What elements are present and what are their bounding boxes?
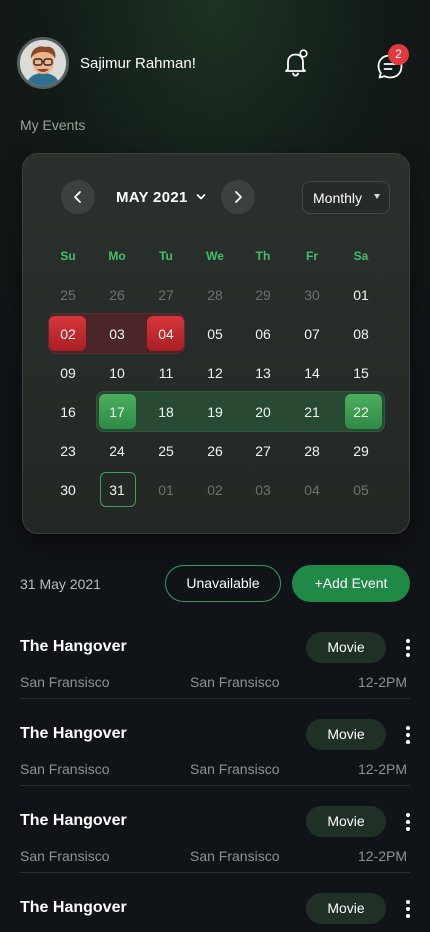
calendar-day[interactable]: 31 xyxy=(97,472,137,508)
event-to-location: San Fransisco xyxy=(190,848,280,864)
event-tag[interactable]: Movie xyxy=(306,632,386,663)
event-title[interactable]: The Hangover xyxy=(20,812,127,830)
view-mode-select[interactable]: Monthly xyxy=(302,181,390,214)
weekday-label: Mo xyxy=(108,249,126,263)
calendar-day[interactable]: 03 xyxy=(97,316,137,352)
chevron-left-icon xyxy=(74,191,81,203)
calendar-day[interactable]: 15 xyxy=(341,355,381,391)
calendar-day[interactable]: 01 xyxy=(146,472,186,508)
event-to-location: San Fransisco xyxy=(190,674,280,690)
selected-date: 31 May 2021 xyxy=(20,576,101,592)
calendar-day[interactable]: 28 xyxy=(195,277,235,313)
calendar-day[interactable]: 22 xyxy=(341,394,381,430)
calendar-day[interactable]: 29 xyxy=(341,433,381,469)
calendar-day[interactable]: 08 xyxy=(341,316,381,352)
event-time: 12-2PM xyxy=(358,848,408,864)
more-options-icon[interactable] xyxy=(404,725,412,745)
calendar-day[interactable]: 17 xyxy=(97,394,137,430)
weekday-label: Th xyxy=(255,249,271,263)
calendar-day[interactable]: 25 xyxy=(48,277,88,313)
notification-bell-icon[interactable] xyxy=(280,47,312,79)
month-label: MAY 2021 xyxy=(116,189,188,206)
calendar-day[interactable]: 11 xyxy=(146,355,186,391)
dropdown-arrow-icon xyxy=(374,194,380,199)
divider xyxy=(20,698,410,699)
divider xyxy=(20,785,410,786)
calendar-day[interactable]: 27 xyxy=(146,277,186,313)
unavailable-button[interactable]: Unavailable xyxy=(165,565,281,602)
event-tag[interactable]: Movie xyxy=(306,806,386,837)
event-time: 12-2PM xyxy=(358,761,408,777)
calendar-day[interactable]: 12 xyxy=(195,355,235,391)
calendar-day[interactable]: 26 xyxy=(97,277,137,313)
add-event-button[interactable]: +Add Event xyxy=(292,565,410,602)
event-time: 12-2PM xyxy=(358,674,408,690)
calendar-day[interactable]: 14 xyxy=(292,355,332,391)
calendar-day[interactable]: 06 xyxy=(243,316,283,352)
calendar-day[interactable]: 30 xyxy=(292,277,332,313)
view-mode-label: Monthly xyxy=(313,189,363,206)
weekday-label: Fr xyxy=(306,249,318,263)
avatar[interactable] xyxy=(17,37,69,89)
divider xyxy=(20,872,410,873)
username: Sajimur Rahman! xyxy=(80,55,196,72)
weekday-label: Tu xyxy=(159,249,173,263)
event-to-location: San Fransisco xyxy=(190,761,280,777)
calendar-day[interactable]: 10 xyxy=(97,355,137,391)
calendar-day[interactable]: 18 xyxy=(146,394,186,430)
calendar-day[interactable]: 07 xyxy=(292,316,332,352)
calendar-day[interactable]: 29 xyxy=(243,277,283,313)
notification-badge: 2 xyxy=(388,44,409,65)
section-title: My Events xyxy=(20,117,86,133)
event-title[interactable]: The Hangover xyxy=(20,638,127,656)
calendar-day[interactable]: 20 xyxy=(243,394,283,430)
calendar-day[interactable]: 30 xyxy=(48,472,88,508)
weekday-label: Su xyxy=(60,249,76,263)
calendar-day[interactable]: 01 xyxy=(341,277,381,313)
avatar-image xyxy=(20,40,66,86)
calendar-day[interactable]: 28 xyxy=(292,433,332,469)
event-tag[interactable]: Movie xyxy=(306,719,386,750)
calendar-day[interactable]: 05 xyxy=(341,472,381,508)
more-options-icon[interactable] xyxy=(404,812,412,832)
calendar-day[interactable]: 23 xyxy=(48,433,88,469)
event-title[interactable]: The Hangover xyxy=(20,725,127,743)
more-options-icon[interactable] xyxy=(404,899,412,919)
chevron-down-icon xyxy=(196,194,206,200)
more-options-icon[interactable] xyxy=(404,638,412,658)
calendar-day[interactable]: 13 xyxy=(243,355,283,391)
calendar-day[interactable]: 03 xyxy=(243,472,283,508)
month-selector[interactable]: MAY 2021 xyxy=(116,189,206,206)
calendar-day[interactable]: 24 xyxy=(97,433,137,469)
event-from-location: San Fransisco xyxy=(20,761,110,777)
calendar-day[interactable]: 27 xyxy=(243,433,283,469)
calendar-day[interactable]: 26 xyxy=(195,433,235,469)
weekday-label: Sa xyxy=(353,249,369,263)
calendar-day[interactable]: 25 xyxy=(146,433,186,469)
calendar-day[interactable]: 09 xyxy=(48,355,88,391)
event-from-location: San Fransisco xyxy=(20,848,110,864)
event-from-location: San Fransisco xyxy=(20,674,110,690)
event-tag[interactable]: Movie xyxy=(306,893,386,924)
calendar-day[interactable]: 16 xyxy=(48,394,88,430)
event-title[interactable]: The Hangover xyxy=(20,899,127,917)
calendar-day[interactable]: 02 xyxy=(195,472,235,508)
weekday-label: We xyxy=(206,249,224,263)
calendar-day[interactable]: 04 xyxy=(292,472,332,508)
prev-month-button[interactable] xyxy=(61,180,95,214)
next-month-button[interactable] xyxy=(221,180,255,214)
calendar-day[interactable]: 21 xyxy=(292,394,332,430)
chevron-right-icon xyxy=(235,191,242,203)
calendar-day[interactable]: 02 xyxy=(48,316,88,352)
calendar-day[interactable]: 05 xyxy=(195,316,235,352)
calendar-day[interactable]: 04 xyxy=(146,316,186,352)
calendar-day[interactable]: 19 xyxy=(195,394,235,430)
